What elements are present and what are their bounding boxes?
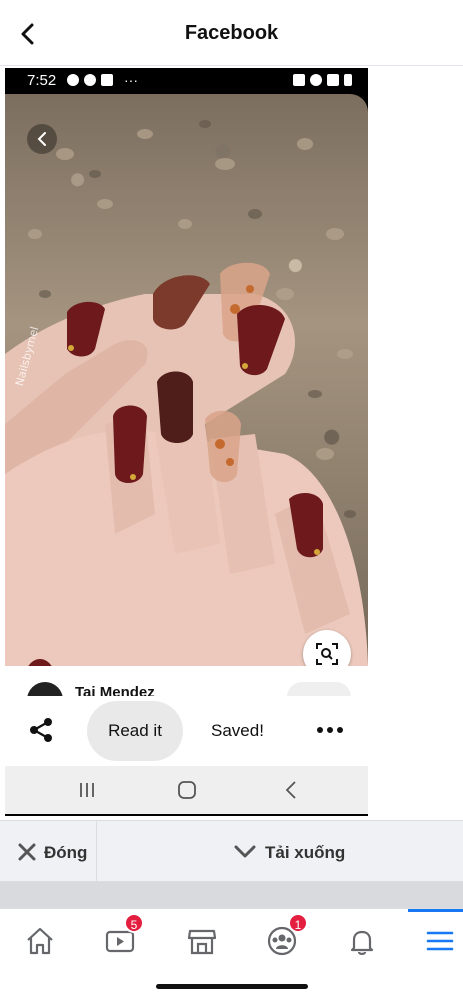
pin-action-bar: Read it Saved! [5, 696, 368, 766]
android-nav-bar [5, 766, 368, 814]
share-icon[interactable] [27, 716, 55, 744]
pin-author[interactable]: Tai Mendez [75, 684, 155, 696]
home-icon [27, 927, 53, 955]
tab-notifications[interactable] [342, 921, 382, 961]
follow-button[interactable] [287, 682, 351, 696]
signal-icon [327, 74, 339, 86]
lens-icon [316, 643, 338, 665]
more-notifications-icon: ··· [124, 72, 138, 88]
close-icon [18, 843, 36, 861]
home-indicator[interactable] [156, 984, 308, 989]
active-tab-indicator [408, 909, 463, 912]
facebook-icon [84, 74, 96, 86]
download-button[interactable]: Tải xuống [230, 833, 350, 871]
tab-marketplace[interactable] [182, 921, 222, 961]
app-header: Facebook [0, 0, 463, 66]
phone-status-bar: 7:52 ··· [5, 68, 368, 94]
tab-home[interactable] [20, 921, 60, 961]
wifi-icon [310, 74, 322, 86]
tab-menu[interactable] [420, 921, 460, 961]
download-label: Tải xuống [265, 843, 346, 862]
read-it-button[interactable]: Read it [87, 701, 183, 761]
gallery-icon [101, 74, 113, 86]
watch-badge: 5 [124, 913, 144, 933]
nail-photo[interactable]: Nailsbymel [5, 94, 368, 666]
close-button[interactable]: Đóng [12, 833, 100, 871]
status-time: 7:52 [27, 72, 57, 89]
marketplace-icon [187, 929, 217, 955]
nav-back-icon[interactable] [281, 779, 301, 801]
mute-icon [293, 74, 305, 86]
divider [96, 821, 97, 883]
hamburger-menu-icon [426, 931, 454, 951]
close-label: Đóng [44, 843, 88, 862]
recents-icon[interactable] [77, 782, 97, 798]
tab-groups[interactable]: 1 [262, 913, 308, 961]
saved-button[interactable]: Saved! [211, 721, 264, 741]
photo-back-icon[interactable] [27, 124, 57, 154]
groups-badge: 1 [288, 913, 308, 933]
shared-screenshot: 7:52 ··· Nailsbymel Tai Mendez Read it S… [5, 68, 368, 816]
battery-icon [344, 74, 352, 86]
avatar[interactable] [27, 682, 63, 696]
bell-icon [350, 930, 374, 955]
messenger-icon [67, 74, 79, 86]
more-options-icon[interactable] [315, 720, 345, 740]
hands-illustration [5, 120, 368, 666]
tab-watch[interactable]: 5 [100, 913, 144, 961]
page-title: Facebook [184, 22, 279, 44]
chevron-down-icon [234, 845, 256, 858]
pin-info-row: Tai Mendez [5, 666, 368, 696]
separator-band [0, 882, 463, 908]
home-button-icon[interactable] [177, 780, 197, 800]
download-bar: Đóng Tải xuống [0, 820, 463, 883]
